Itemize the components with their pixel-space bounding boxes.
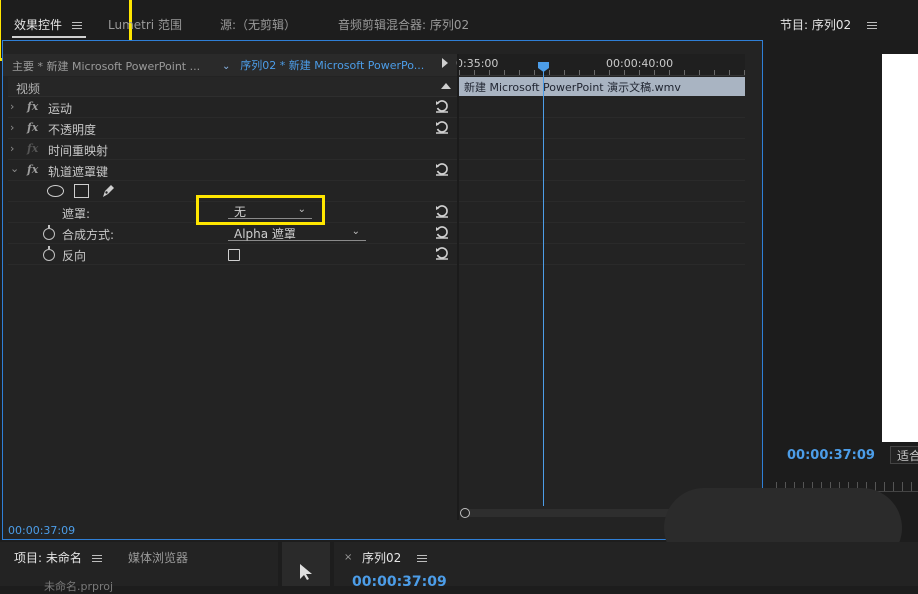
sequence-timecode[interactable]: 00:00:37:09	[352, 574, 447, 590]
effect-motion-label: 运动	[48, 102, 73, 116]
video-section-header: 视频	[8, 77, 457, 97]
program-video-frame	[882, 54, 918, 442]
reset-icon[interactable]	[435, 225, 449, 239]
timeline-lane	[459, 223, 745, 244]
stopwatch-icon[interactable]	[43, 246, 55, 261]
chevron-down-icon: ⌄	[351, 226, 360, 237]
fx-icon[interactable]: fx	[27, 163, 38, 176]
close-icon[interactable]: ×	[344, 552, 352, 563]
reverse-checkbox[interactable]	[228, 249, 240, 261]
effect-track-matte-label: 轨道遮罩键	[48, 165, 109, 179]
reverse-label: 反向	[62, 249, 87, 263]
pen-tool-icon[interactable]	[100, 183, 116, 199]
tab-sequence-label: 序列02	[362, 551, 402, 565]
effect-row-opacity[interactable]: › fx 不透明度	[8, 118, 457, 139]
tab-effect-controls[interactable]: 效果控件	[14, 16, 82, 33]
panel-menu-icon[interactable]	[91, 553, 102, 564]
sequence-clip-dropdown[interactable]: ⌄ 序列02 * 新建 Microsoft PowerPo...	[222, 57, 424, 73]
panel-divider[interactable]	[457, 54, 459, 520]
tab-program-label: 节目: 序列02	[780, 18, 852, 32]
ruler-ticks	[459, 70, 745, 75]
ruler-time-left: 0:35:00	[456, 57, 499, 70]
effect-row-track-matte-key[interactable]: ⌄ fx 轨道遮罩键	[8, 160, 457, 181]
reset-icon[interactable]	[435, 204, 449, 218]
fx-icon[interactable]: fx	[27, 100, 38, 113]
composite-dropdown-value: Alpha 遮罩	[234, 227, 296, 241]
timeline-lane	[459, 244, 745, 265]
reset-icon[interactable]	[435, 162, 449, 176]
timeline-lane	[459, 202, 745, 223]
sequence-clip-label: 序列02 * 新建 Microsoft PowerPo...	[240, 59, 425, 72]
chevron-down-icon: ⌄	[222, 61, 231, 72]
playhead-line[interactable]	[543, 70, 544, 506]
composite-label: 合成方式:	[62, 228, 115, 242]
effect-opacity-label: 不透明度	[48, 123, 97, 137]
matte-label: 遮罩:	[62, 207, 91, 221]
effect-controls-timecode[interactable]: 00:00:37:09	[8, 524, 75, 537]
reset-icon[interactable]	[435, 246, 449, 260]
video-section-label: 视频	[16, 82, 41, 96]
timeline-lane	[459, 181, 745, 202]
effect-row-time-remapping[interactable]: › fx 时间重映射	[8, 139, 457, 160]
chevron-down-icon[interactable]: ⌄	[10, 162, 19, 175]
zoom-handle-left[interactable]	[460, 508, 470, 518]
fx-icon[interactable]: fx	[27, 121, 38, 134]
panel-menu-icon[interactable]	[417, 553, 428, 564]
program-fit-dropdown[interactable]: 适合	[890, 446, 918, 464]
program-timecode[interactable]: 00:00:37:09	[787, 448, 875, 463]
timeline-lane	[459, 139, 745, 160]
tab-project-label: 项目: 未命名	[14, 551, 82, 565]
ruler-time-right: 00:00:40:00	[606, 57, 674, 70]
chevron-right-icon[interactable]: ›	[10, 142, 14, 155]
selection-tool-icon[interactable]	[298, 563, 314, 581]
tab-program-monitor[interactable]: 节目: 序列02	[780, 16, 877, 33]
tab-project[interactable]: 项目: 未命名	[14, 549, 102, 566]
effect-time-remap-label: 时间重映射	[48, 144, 109, 158]
tab-sequence[interactable]: 序列02	[362, 549, 428, 566]
tab-source[interactable]: 源:（无剪辑）	[220, 16, 296, 33]
timeline-lane	[459, 97, 745, 118]
program-fit-label: 适合	[897, 449, 918, 463]
chevron-right-icon[interactable]: ›	[10, 121, 14, 134]
tab-effect-controls-label: 效果控件	[14, 18, 63, 32]
ellipse-mask-icon[interactable]	[47, 185, 64, 197]
tab-audio-clip-mixer[interactable]: 音频剪辑混合器: 序列02	[338, 16, 469, 33]
stopwatch-icon[interactable]	[43, 225, 55, 240]
timeline-clip[interactable]: 新建 Microsoft PowerPoint 演示文稿.wmv	[459, 77, 745, 96]
reset-icon[interactable]	[435, 99, 449, 113]
matte-dropdown-value: 无	[234, 205, 247, 219]
chevron-down-icon: ⌄	[297, 204, 306, 215]
program-menu-icon[interactable]	[866, 20, 877, 31]
timeline-ruler	[459, 54, 745, 76]
fx-icon: fx	[27, 142, 39, 155]
composite-dropdown[interactable]: Alpha 遮罩 ⌄	[228, 225, 366, 241]
timeline-clip-label: 新建 Microsoft PowerPoint 演示文稿.wmv	[464, 81, 681, 94]
timeline-lane	[459, 118, 745, 139]
chevron-right-icon[interactable]: ›	[10, 100, 14, 113]
tab-lumetri-scopes[interactable]: Lumetri 范围	[108, 16, 182, 33]
timeline-lane	[459, 160, 745, 181]
reset-icon[interactable]	[435, 120, 449, 134]
active-tab-underline	[12, 36, 86, 38]
matte-dropdown[interactable]: 无 ⌄	[228, 203, 312, 219]
effect-row-motion[interactable]: › fx 运动	[8, 97, 457, 118]
rectangle-mask-icon[interactable]	[74, 184, 89, 198]
panel-menu-icon[interactable]	[71, 20, 82, 31]
property-row-reverse: 反向	[8, 244, 457, 265]
master-clip-label[interactable]: 主要 * 新建 Microsoft PowerPoint ...	[12, 58, 200, 74]
tab-media-browser[interactable]: 媒体浏览器	[128, 549, 188, 566]
collapse-up-icon[interactable]	[441, 83, 451, 89]
play-only-audio-icon[interactable]	[442, 58, 448, 68]
project-item-name[interactable]: 未命名.prproj	[44, 578, 113, 594]
